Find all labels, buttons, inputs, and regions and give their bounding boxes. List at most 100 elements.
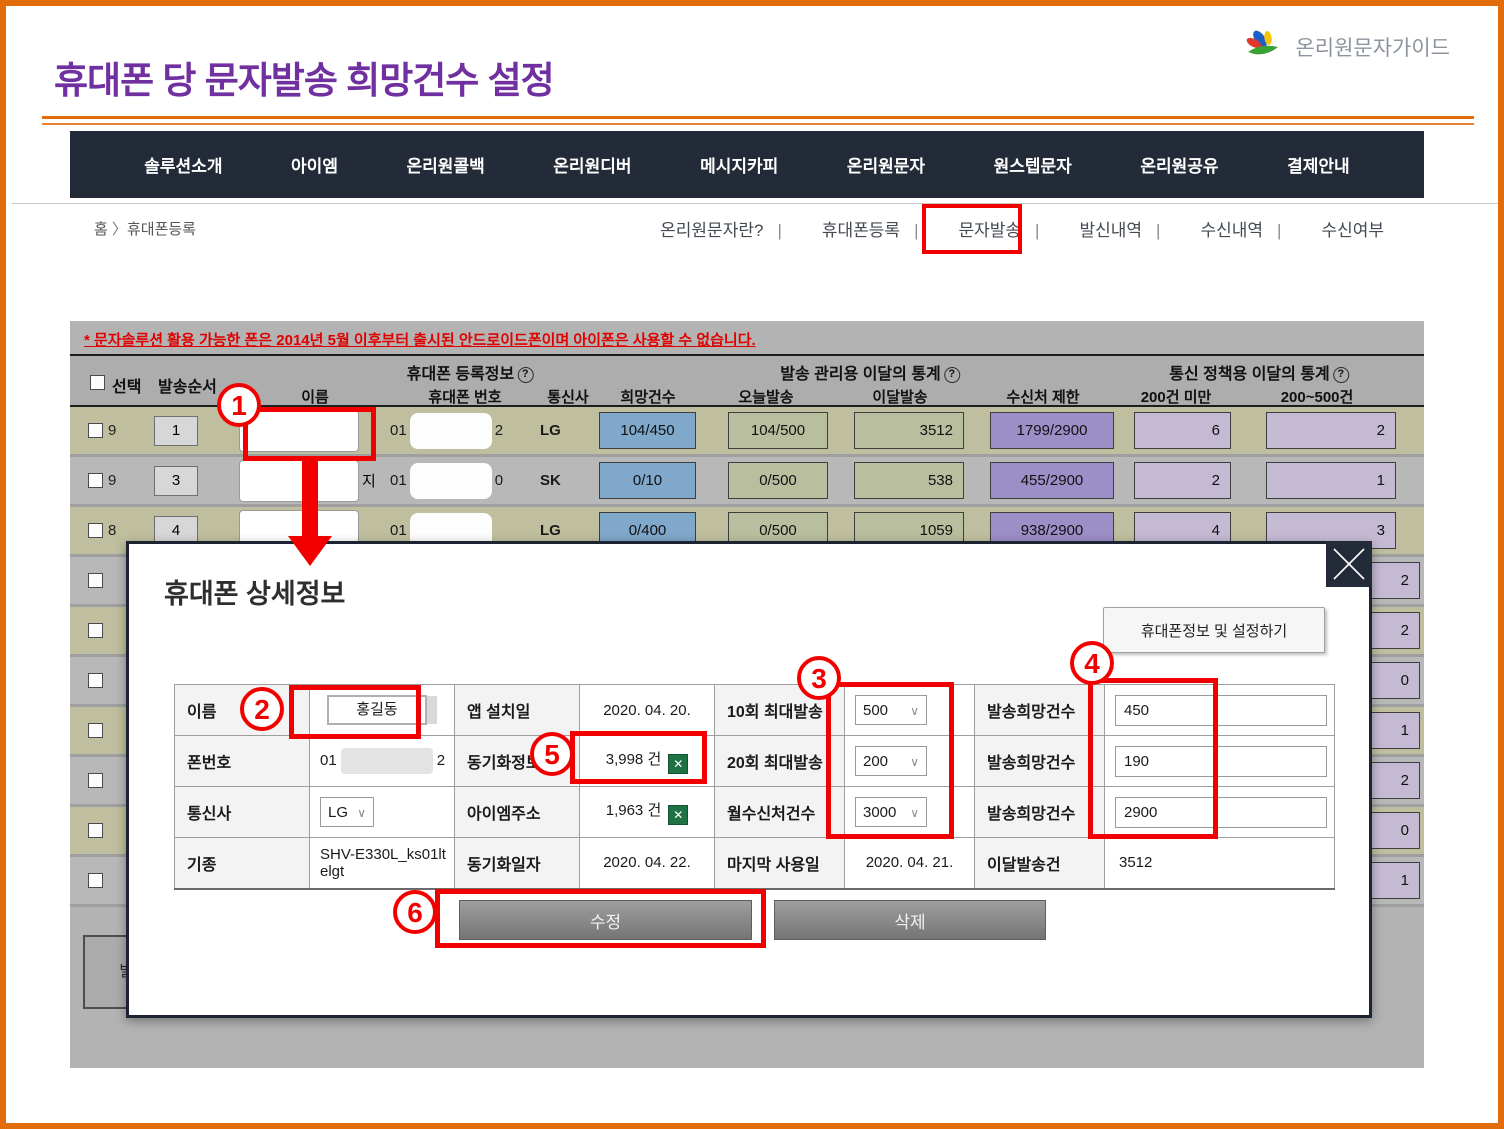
- edit-button[interactable]: 수정: [459, 900, 752, 940]
- hope-count-input-1[interactable]: 450: [1115, 695, 1327, 726]
- help-icon[interactable]: ?: [944, 367, 960, 383]
- im-address-count-value: 1,963 건: [606, 802, 662, 819]
- nav-item-callback[interactable]: 온리원콜백: [407, 152, 485, 177]
- chevron-down-icon: [902, 753, 919, 770]
- carrier-cell: LG: [540, 522, 596, 539]
- excel-export-icon[interactable]: [668, 754, 688, 774]
- group-header-manage: 발송 관리용 이달의 통계?: [780, 360, 960, 384]
- under200-cell: 6: [1134, 412, 1231, 449]
- month-sent-cell: 3512: [854, 412, 964, 449]
- nav-divider: [12, 203, 1498, 204]
- delete-button[interactable]: 삭제: [774, 900, 1046, 940]
- annotation-arrow-head: [288, 536, 332, 566]
- name-input[interactable]: 홍길동: [327, 695, 427, 725]
- col-header-200to500: 200~500건: [1281, 386, 1354, 407]
- col-header-select: 선택: [112, 373, 141, 397]
- today-sent-cell: 104/500: [728, 412, 828, 449]
- field-label-max-send-20: 20회 최대발송: [715, 736, 845, 787]
- field-label-month-sent: 이달발송건: [975, 838, 1105, 889]
- row-checkbox[interactable]: [88, 873, 103, 888]
- carrier-cell: LG: [540, 422, 596, 439]
- col-header-under200: 200건 미만: [1141, 386, 1212, 407]
- name-cell-redacted[interactable]: [240, 411, 358, 451]
- send-order-input[interactable]: 1: [154, 416, 198, 446]
- row-checkbox[interactable]: [88, 673, 103, 688]
- nav-item-onlyonesms[interactable]: 온리원문자: [847, 152, 925, 177]
- field-label-sync-date: 동기화일자: [455, 838, 580, 889]
- row-checkbox[interactable]: [88, 523, 103, 538]
- excel-export-icon[interactable]: [668, 805, 688, 825]
- name-input-strip: [427, 696, 437, 724]
- page: 휴대폰 당 문자발송 희망건수 설정 온리원문자가이드 솔루션소개 아이엠 온리…: [0, 0, 1504, 1129]
- subnav-item-send[interactable]: 문자발송: [914, 216, 1035, 241]
- month-sent-cell: 538: [854, 462, 964, 499]
- breadcrumb-home[interactable]: 홈: [94, 221, 108, 238]
- max-send-20-select[interactable]: 200: [855, 746, 927, 776]
- phone-redacted: [341, 748, 433, 774]
- subnav-item-received-history[interactable]: 수신내역: [1156, 216, 1277, 241]
- subnav-item-phone-register[interactable]: 휴대폰등록: [777, 216, 914, 241]
- table-row: 9 1 012 LG 104/450 104/500 3512 1799/290…: [70, 407, 1424, 457]
- nav-item-im[interactable]: 아이엠: [291, 152, 338, 177]
- field-label-hope-count-2: 발송희망건수: [975, 736, 1105, 787]
- chevron-down-icon: [902, 702, 919, 719]
- breadcrumb: 홈휴대폰등록: [94, 218, 196, 239]
- phone-settings-button[interactable]: 휴대폰정보 및 설정하기: [1103, 607, 1325, 653]
- row-checkbox[interactable]: [88, 823, 103, 838]
- chevron-down-icon: [902, 804, 919, 821]
- col-header-today: 오늘발송: [738, 386, 793, 407]
- nav-item-payment[interactable]: 결제안내: [1287, 152, 1350, 177]
- row-checkbox[interactable]: [88, 423, 103, 438]
- row-checkbox[interactable]: [88, 723, 103, 738]
- nav-item-diver[interactable]: 온리원디버: [553, 152, 631, 177]
- field-label-monthly-receiver-count: 월수신처건수: [715, 787, 845, 838]
- group-header-register: 휴대폰 등록정보?: [407, 360, 534, 384]
- row-checkbox[interactable]: [88, 473, 103, 488]
- hope-count-input-3[interactable]: 2900: [1115, 797, 1327, 828]
- send-order-input[interactable]: 3: [154, 466, 198, 496]
- close-icon[interactable]: [1326, 541, 1372, 587]
- chevron-down-icon: [349, 804, 366, 821]
- col-header-hope: 희망건수: [620, 386, 675, 407]
- subnav-item-receive-status[interactable]: 수신여부: [1277, 216, 1398, 241]
- warning-text: * 문자솔루션 활용 가능한 폰은 2014년 5월 이후부터 출시된 안드로이…: [84, 329, 756, 350]
- select-all-checkbox[interactable]: [90, 375, 105, 390]
- breadcrumb-separator: [108, 221, 127, 238]
- subnav-item-about[interactable]: 온리원문자란?: [646, 216, 777, 241]
- annotation-arrow: [302, 461, 318, 539]
- name-cell-redacted[interactable]: [240, 461, 358, 501]
- today-sent-cell: 0/500: [728, 462, 828, 499]
- phone-suffix: 0: [495, 472, 503, 489]
- nav-item-messagecopy[interactable]: 메시지카피: [700, 152, 778, 177]
- modal-title: 휴대폰 상세정보: [164, 572, 345, 611]
- help-icon[interactable]: ?: [517, 367, 533, 383]
- subnav-item-sent-history[interactable]: 발신내역: [1035, 216, 1156, 241]
- carrier-select[interactable]: LG: [320, 797, 374, 827]
- field-label-app-install-date: 앱 설치일: [455, 685, 580, 736]
- field-label-phone-number: 폰번호: [175, 736, 310, 787]
- group-header-policy: 통신 정책용 이달의 통계?: [1169, 360, 1349, 384]
- phone-prefix: 01: [320, 752, 337, 769]
- row-checkbox[interactable]: [88, 573, 103, 588]
- nav-item-share[interactable]: 온리원공유: [1140, 152, 1218, 177]
- row-checkbox[interactable]: [88, 773, 103, 788]
- field-label-hope-count-1: 발송희망건수: [975, 685, 1105, 736]
- hope-count-input-2[interactable]: 190: [1115, 746, 1327, 777]
- help-icon[interactable]: ?: [1333, 367, 1349, 383]
- app-install-date-value: 2020. 04. 20.: [580, 685, 715, 736]
- 200to500-cell: 2: [1266, 412, 1396, 449]
- max-send-10-select[interactable]: 500: [855, 695, 927, 725]
- field-label-last-used-date: 마지막 사용일: [715, 838, 845, 889]
- row-checkbox[interactable]: [88, 623, 103, 638]
- monthly-receiver-select[interactable]: 3000: [855, 797, 927, 827]
- phone-cell-redacted: [410, 463, 492, 499]
- phone-cell-redacted: [410, 413, 492, 449]
- phone-suffix: 2: [437, 752, 445, 769]
- nav-item-solution[interactable]: 솔루션소개: [144, 152, 222, 177]
- field-label-carrier: 통신사: [175, 787, 310, 838]
- row-tag: 8: [108, 522, 116, 539]
- col-header-name: 이름: [301, 386, 329, 407]
- nav-item-onestepsms[interactable]: 원스텝문자: [994, 152, 1072, 177]
- phone-detail-modal: 휴대폰 상세정보 휴대폰정보 및 설정하기 이름 홍길동 앱 설치일 2020.…: [126, 541, 1372, 1018]
- field-label-hope-count-3: 발송희망건수: [975, 787, 1105, 838]
